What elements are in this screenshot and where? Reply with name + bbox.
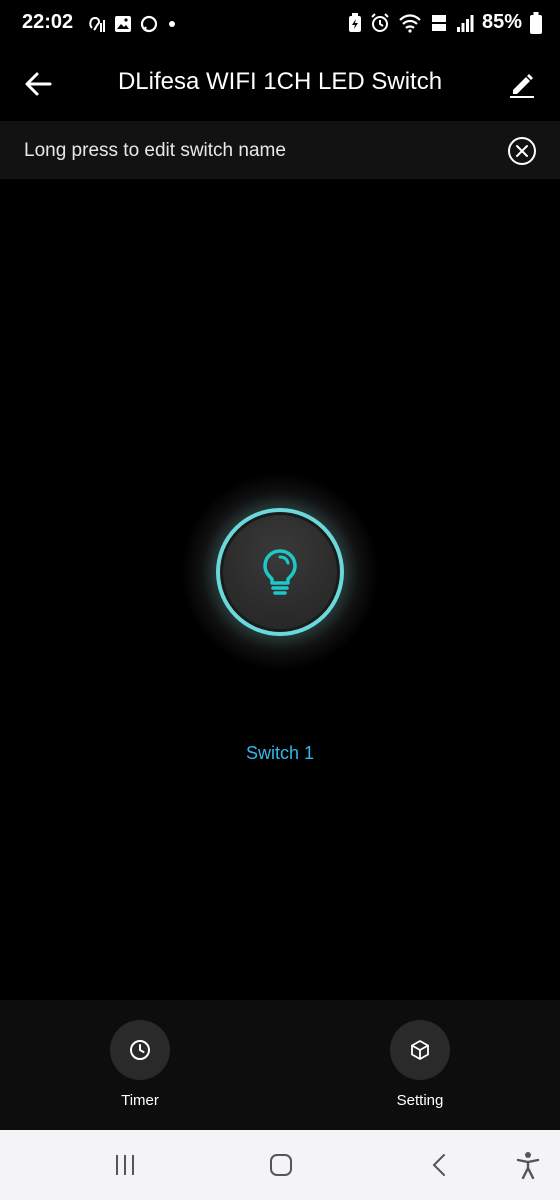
timer-button[interactable]: Timer: [80, 1020, 200, 1109]
timer-label: Timer: [121, 1092, 159, 1109]
hint-text: Long press to edit switch name: [24, 140, 286, 161]
setting-button[interactable]: Setting: [360, 1020, 480, 1109]
battery-percent: 85%: [481, 11, 522, 33]
hint-banner: Long press to edit switch name: [0, 121, 560, 179]
setting-circle: [390, 1020, 450, 1080]
lightbulb-icon: [263, 549, 297, 595]
recent-apps-button[interactable]: [105, 1150, 145, 1180]
status-left-icons: [86, 14, 178, 34]
status-bar: 22:02 85%: [0, 0, 560, 48]
volte-icon: [431, 14, 446, 31]
gallery-icon: [115, 16, 131, 32]
close-circle-icon: [508, 137, 536, 165]
close-hint-button[interactable]: [507, 136, 537, 166]
switch-label[interactable]: Switch 1: [0, 743, 560, 764]
system-nav-bar: [0, 1130, 560, 1200]
clock-icon: [130, 1040, 150, 1060]
wifi-icon: [399, 13, 421, 33]
chevron-left-icon: [432, 1154, 445, 1176]
home-icon: [270, 1154, 292, 1176]
battery-icon: [530, 11, 542, 34]
setting-label: Setting: [396, 1092, 444, 1109]
alarm-icon: [371, 12, 389, 32]
page-title: DLifesa WIFI 1CH LED Switch: [117, 68, 443, 95]
timer-circle: [110, 1020, 170, 1080]
notification-dot-icon: [169, 21, 175, 27]
switch-1-toggle[interactable]: [216, 508, 344, 636]
signal-icon: [456, 14, 474, 32]
status-right-icons: 85%: [348, 11, 542, 34]
alexa-icon: [140, 15, 158, 33]
edit-button[interactable]: [502, 64, 542, 104]
pencil-icon: [510, 74, 534, 98]
accessibility-icon: [516, 1152, 540, 1179]
status-time: 22:02: [22, 11, 74, 33]
hearing-icon: [89, 16, 105, 32]
home-button[interactable]: [261, 1150, 301, 1180]
bottom-bar: Timer Setting: [0, 1000, 560, 1130]
accessibility-button[interactable]: [508, 1150, 548, 1180]
app-bar: DLifesa WIFI 1CH LED Switch: [0, 48, 560, 120]
back-button[interactable]: [18, 64, 58, 104]
battery-saver-icon: [348, 12, 361, 32]
nav-back-button[interactable]: [420, 1150, 460, 1180]
arrow-left-icon: [25, 72, 52, 96]
recent-apps-icon: [116, 1155, 134, 1175]
cube-icon: [411, 1040, 429, 1060]
